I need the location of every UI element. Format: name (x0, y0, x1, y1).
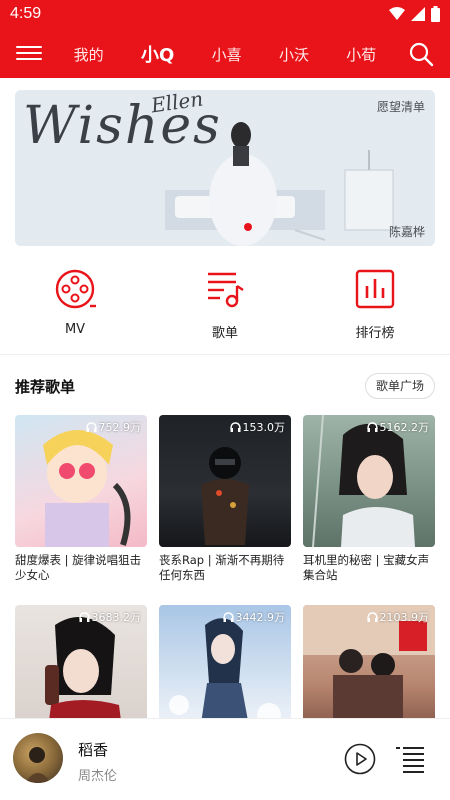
play-count: 153.0万 (229, 419, 286, 435)
status-bar: 4:59 (0, 0, 450, 30)
search-icon[interactable] (408, 41, 434, 67)
film-reel-icon (55, 269, 96, 309)
play-count: 3442.9万 (222, 609, 286, 625)
play-count: 752.9万 (85, 419, 142, 435)
headphones-icon (222, 611, 234, 622)
status-icons (389, 6, 440, 22)
headphones-icon (366, 421, 378, 432)
quick-entry-label: 排行榜 (355, 326, 395, 341)
play-count-value: 5162.2万 (379, 421, 430, 434)
play-count-value: 153.0万 (242, 421, 286, 434)
nav-tabs: 我的 小Q 小喜 小沃 小荀 (55, 30, 395, 78)
play-count-value: 3683.2万 (91, 611, 142, 624)
tab-xiaoxi[interactable]: 小喜 (212, 44, 242, 65)
now-playing-title: 稻香 (78, 741, 109, 759)
banner-page-indicator (244, 223, 252, 231)
headphones-icon (229, 421, 241, 432)
mini-player[interactable]: 稻香 周杰伦 (0, 718, 450, 800)
now-playing-cover[interactable] (13, 733, 63, 783)
status-time: 4:59 (10, 5, 42, 22)
signal-icon (411, 7, 425, 21)
playlist-card[interactable]: 5162.2万 耳机里的秘密 | 宝藏女声集合站 (303, 415, 435, 583)
playlist-queue-icon[interactable] (396, 745, 424, 773)
playlist-cover: 5162.2万 (303, 415, 435, 547)
quick-entry-label: MV (64, 322, 86, 337)
top-nav: 我的 小Q 小喜 小沃 小荀 (0, 30, 450, 78)
section-title: 推荐歌单 (15, 378, 76, 396)
quick-entry-mv[interactable]: MV (30, 268, 120, 337)
quick-entries: MV 歌单 排行榜 (0, 268, 450, 348)
play-count: 2103.9万 (366, 609, 430, 625)
headphones-icon (366, 611, 378, 622)
playlist-cover: 752.9万 (15, 415, 147, 547)
play-count-value: 752.9万 (98, 421, 142, 434)
now-playing-artist: 周杰伦 (78, 769, 118, 784)
tab-xiaowo[interactable]: 小沃 (279, 44, 309, 65)
tab-mine[interactable]: 我的 (74, 44, 104, 65)
headphones-icon (85, 421, 97, 432)
headphones-icon (78, 611, 90, 622)
banner-tag: 愿望清单 (376, 100, 425, 114)
banner-artist: 陈嘉桦 (388, 225, 425, 239)
playlist-card[interactable]: 752.9万 甜度爆表 | 旋律说唱狙击少女心 (15, 415, 147, 583)
quick-entry-charts[interactable]: 排行榜 (330, 268, 420, 341)
tab-xiaoq[interactable]: 小Q (141, 41, 174, 67)
play-icon[interactable] (344, 743, 376, 775)
playlist-cover: 153.0万 (159, 415, 291, 547)
playlist-card[interactable]: 153.0万 丧系Rap | 渐渐不再期待任何东西 (159, 415, 291, 583)
playlist-square-button[interactable]: 歌单广场 (364, 373, 435, 399)
quick-entry-label: 歌单 (211, 326, 238, 341)
banner[interactable]: Wishes Ellen 愿望清单 陈嘉桦 (15, 90, 435, 246)
divider (0, 354, 450, 355)
playlist-title: 丧系Rap | 渐渐不再期待任何东西 (159, 553, 285, 582)
playlist-music-icon (208, 272, 244, 308)
wifi-icon (389, 7, 405, 20)
quick-entry-playlist[interactable]: 歌单 (180, 268, 270, 341)
play-count: 5162.2万 (366, 419, 430, 435)
bar-chart-icon (355, 269, 395, 309)
playlist-title: 甜度爆表 | 旋律说唱狙击少女心 (15, 553, 142, 582)
play-count-value: 2103.9万 (379, 611, 430, 624)
cover-art (25, 747, 51, 783)
tab-xiaoxun[interactable]: 小荀 (346, 44, 376, 65)
menu-icon[interactable] (16, 42, 42, 66)
battery-icon (431, 6, 440, 22)
playlist-title: 耳机里的秘密 | 宝藏女声集合站 (303, 553, 430, 582)
play-count-value: 3442.9万 (235, 611, 286, 624)
play-count: 3683.2万 (78, 609, 142, 625)
